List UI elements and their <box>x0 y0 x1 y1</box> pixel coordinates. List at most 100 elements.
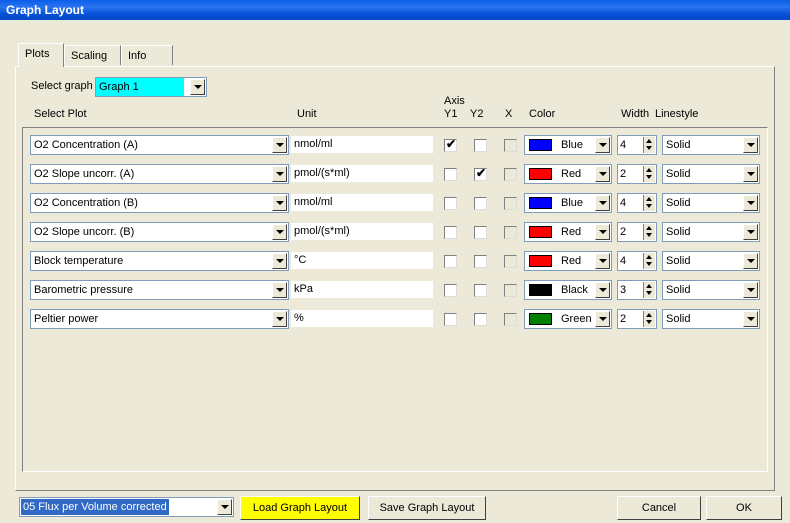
linestyle-select-dropdown[interactable]: Solid <box>662 193 760 213</box>
linestyle-select-dropdown[interactable]: Solid <box>662 309 760 329</box>
color-select-dropdown[interactable]: Black <box>524 280 612 300</box>
chevron-down-icon[interactable] <box>743 311 758 327</box>
chevron-down-icon[interactable] <box>272 224 287 240</box>
axis-y2-checkbox[interactable] <box>474 139 487 152</box>
chevron-down-icon[interactable] <box>743 195 758 211</box>
tab-info[interactable]: Info <box>121 45 173 65</box>
axis-y2-checkbox[interactable] <box>474 255 487 268</box>
chevron-down-icon[interactable] <box>595 166 610 182</box>
unit-field[interactable]: kPa <box>291 281 433 298</box>
axis-y1-checkbox[interactable] <box>444 313 457 326</box>
spin-arrows-icon[interactable] <box>643 195 655 211</box>
axis-y2-checkbox[interactable] <box>474 313 487 326</box>
spin-arrows-icon[interactable] <box>643 253 655 269</box>
spin-arrows-icon[interactable] <box>643 137 655 153</box>
chevron-down-icon[interactable] <box>595 282 610 298</box>
axis-x-checkbox[interactable] <box>504 255 517 268</box>
width-spinner[interactable]: 2 <box>617 164 657 184</box>
plot-select-dropdown[interactable]: O2 Concentration (B) <box>30 193 289 213</box>
select-graph-dropdown[interactable]: Graph 1 <box>95 77 207 97</box>
spin-arrows-icon[interactable] <box>643 282 655 298</box>
plot-select-dropdown[interactable]: Peltier power <box>30 309 289 329</box>
unit-field[interactable]: pmol/(s*ml) <box>291 165 433 182</box>
unit-field[interactable]: % <box>291 310 433 327</box>
plot-select-dropdown[interactable]: O2 Slope uncorr. (A) <box>30 164 289 184</box>
chevron-down-icon[interactable] <box>743 224 758 240</box>
spin-arrows-icon[interactable] <box>643 311 655 327</box>
axis-y2-checkbox[interactable]: ✔ <box>474 166 487 181</box>
width-spinner[interactable]: 4 <box>617 135 657 155</box>
axis-x-checkbox[interactable] <box>504 168 517 181</box>
chevron-down-icon[interactable] <box>743 282 758 298</box>
axis-x-checkbox[interactable] <box>504 139 517 152</box>
unit-field[interactable]: nmol/ml <box>291 136 433 153</box>
save-graph-layout-button[interactable]: Save Graph Layout <box>368 496 486 520</box>
chevron-down-icon[interactable] <box>190 79 205 95</box>
plot-select-dropdown[interactable]: Barometric pressure <box>30 280 289 300</box>
axis-y1-checkbox[interactable] <box>444 255 457 268</box>
chevron-down-icon[interactable] <box>272 311 287 327</box>
color-select-dropdown[interactable]: Blue <box>524 193 612 213</box>
layout-preset-dropdown[interactable]: 05 Flux per Volume corrected <box>19 497 234 517</box>
axis-y1-checkbox[interactable]: ✔ <box>444 137 457 152</box>
plot-select-dropdown[interactable]: Block temperature <box>30 251 289 271</box>
unit-field[interactable]: nmol/ml <box>291 194 433 211</box>
width-spinner[interactable]: 4 <box>617 251 657 271</box>
tab-plots[interactable]: Plots <box>18 43 64 67</box>
width-spinner[interactable]: 3 <box>617 280 657 300</box>
chevron-down-icon[interactable] <box>743 137 758 153</box>
color-select-dropdown[interactable]: Blue <box>524 135 612 155</box>
color-swatch <box>529 284 552 296</box>
unit-field[interactable]: °C <box>291 252 433 269</box>
chevron-down-icon[interactable] <box>217 499 232 515</box>
linestyle-select-dropdown[interactable]: Solid <box>662 251 760 271</box>
axis-y2-checkbox[interactable] <box>474 226 487 239</box>
color-select-dropdown[interactable]: Green <box>524 309 612 329</box>
spin-arrows-icon[interactable] <box>643 224 655 240</box>
chevron-down-icon[interactable] <box>272 253 287 269</box>
chevron-down-icon[interactable] <box>743 166 758 182</box>
chevron-down-icon[interactable] <box>595 253 610 269</box>
axis-x-checkbox[interactable] <box>504 284 517 297</box>
chevron-down-icon[interactable] <box>595 311 610 327</box>
color-select-dropdown[interactable]: Red <box>524 251 612 271</box>
linestyle-select-dropdown[interactable]: Solid <box>662 164 760 184</box>
color-select-dropdown[interactable]: Red <box>524 164 612 184</box>
color-select-dropdown[interactable]: Red <box>524 222 612 242</box>
chevron-down-icon[interactable] <box>743 253 758 269</box>
axis-y1-checkbox[interactable] <box>444 284 457 297</box>
plot-select-value: O2 Concentration (A) <box>34 139 138 151</box>
plot-select-dropdown[interactable]: O2 Concentration (A) <box>30 135 289 155</box>
linestyle-select-dropdown[interactable]: Solid <box>662 280 760 300</box>
width-spinner[interactable]: 2 <box>617 222 657 242</box>
chevron-down-icon[interactable] <box>595 195 610 211</box>
plot-select-dropdown[interactable]: O2 Slope uncorr. (B) <box>30 222 289 242</box>
load-graph-layout-button[interactable]: Load Graph Layout <box>240 496 360 520</box>
axis-y1-checkbox[interactable] <box>444 226 457 239</box>
ok-button[interactable]: OK <box>706 496 782 520</box>
chevron-down-icon[interactable] <box>595 137 610 153</box>
width-spinner[interactable]: 2 <box>617 309 657 329</box>
chevron-down-icon[interactable] <box>272 166 287 182</box>
width-spinner[interactable]: 4 <box>617 193 657 213</box>
chevron-down-icon[interactable] <box>272 282 287 298</box>
cancel-button[interactable]: Cancel <box>617 496 701 520</box>
axis-x-checkbox[interactable] <box>504 197 517 210</box>
axis-y2-checkbox[interactable] <box>474 284 487 297</box>
spin-arrows-icon[interactable] <box>643 166 655 182</box>
plot-select-value: Block temperature <box>34 255 124 267</box>
unit-field[interactable]: pmol/(s*ml) <box>291 223 433 240</box>
axis-y2-checkbox[interactable] <box>474 197 487 210</box>
linestyle-select-dropdown[interactable]: Solid <box>662 135 760 155</box>
tab-scaling[interactable]: Scaling <box>64 45 121 65</box>
chevron-down-icon[interactable] <box>595 224 610 240</box>
axis-x-checkbox[interactable] <box>504 226 517 239</box>
linestyle-select-dropdown[interactable]: Solid <box>662 222 760 242</box>
color-select-value: Blue <box>561 197 584 209</box>
chevron-down-icon[interactable] <box>272 195 287 211</box>
axis-y1-checkbox[interactable] <box>444 197 457 210</box>
header-unit: Unit <box>297 108 317 120</box>
axis-x-checkbox[interactable] <box>504 313 517 326</box>
chevron-down-icon[interactable] <box>272 137 287 153</box>
axis-y1-checkbox[interactable] <box>444 168 457 181</box>
